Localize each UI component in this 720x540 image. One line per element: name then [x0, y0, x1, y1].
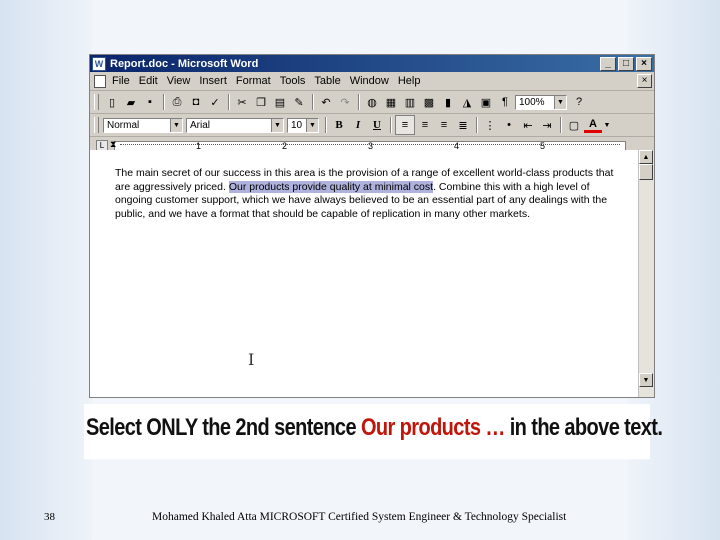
toolbar-separator	[560, 117, 562, 133]
print-preview-icon[interactable]: ◘	[187, 93, 205, 111]
redo-icon[interactable]: ↷	[336, 93, 354, 111]
font-value: Arial	[190, 119, 211, 131]
document-close-button[interactable]: ×	[637, 74, 652, 88]
instruction-text: Select ONLY the 2nd sentence	[86, 414, 361, 442]
toolbar-separator	[390, 117, 392, 133]
tables-borders-icon[interactable]: ▦	[382, 93, 400, 111]
increase-indent-icon[interactable]: ⇥	[538, 116, 556, 134]
menu-edit[interactable]: Edit	[139, 75, 158, 87]
font-select[interactable]: Arial ▼	[186, 117, 284, 133]
align-center-icon[interactable]: ≡	[416, 116, 434, 134]
document-page[interactable]: The main secret of our success in this a…	[90, 150, 639, 397]
toolbar-grip[interactable]	[94, 117, 99, 133]
justify-icon[interactable]: ≣	[454, 116, 472, 134]
toolbar-separator	[312, 94, 314, 110]
menu-format[interactable]: Format	[236, 75, 271, 87]
chevron-down-icon[interactable]: ▼	[554, 95, 566, 109]
align-right-icon[interactable]: ≡	[435, 116, 453, 134]
open-folder-icon[interactable]: ▰	[122, 93, 140, 111]
slide-background-left	[0, 0, 92, 540]
maximize-button[interactable]: □	[618, 56, 634, 71]
menu-view[interactable]: View	[167, 75, 191, 87]
close-button[interactable]: ×	[636, 56, 652, 71]
paste-icon[interactable]: ▤	[271, 93, 289, 111]
borders-icon[interactable]: ▢	[565, 116, 583, 134]
instruction-text-end: in the above text.	[504, 414, 663, 442]
chevron-down-icon[interactable]: ▼	[306, 118, 318, 132]
menu-bar: File Edit View Insert Format Tools Table…	[90, 72, 654, 91]
sentence-2-selected[interactable]: Our products provide quality at minimal …	[228, 180, 434, 193]
decrease-indent-icon[interactable]: ⇤	[519, 116, 537, 134]
text-cursor-icon: I	[248, 350, 255, 369]
menu-help[interactable]: Help	[398, 75, 421, 87]
scroll-thumb[interactable]	[639, 164, 653, 180]
title-bar[interactable]: W Report.doc - Microsoft Word _ □ ×	[90, 55, 654, 72]
save-icon[interactable]: ▪	[141, 93, 159, 111]
document-paragraph[interactable]: The main secret of our success in this a…	[115, 167, 625, 221]
document-icon[interactable]	[94, 74, 106, 88]
scroll-up-icon[interactable]: ▲	[639, 150, 653, 164]
menu-file[interactable]: File	[112, 75, 130, 87]
chevron-down-icon[interactable]: ▼	[271, 118, 283, 132]
spelling-icon[interactable]: ✓	[206, 93, 224, 111]
drawing-icon[interactable]: ◮	[458, 93, 476, 111]
toolbar-separator	[325, 117, 327, 133]
slide-footer: Mohamed Khaled Atta MICROSOFT Certified …	[152, 511, 567, 523]
standard-toolbar: ▯ ▰ ▪ ⎙ ◘ ✓ ✂ ❐ ▤ ✎ ↶ ↷ ◍ ▦ ▥ ▩ ▮ ◮ ▣ ¶ …	[90, 91, 654, 114]
bullets-icon[interactable]: •	[500, 116, 518, 134]
scroll-down-icon[interactable]: ▼	[639, 373, 653, 387]
document-map-icon[interactable]: ▣	[477, 93, 495, 111]
chevron-down-icon[interactable]: ▼	[603, 116, 611, 134]
cut-icon[interactable]: ✂	[233, 93, 251, 111]
indent-marker-icon[interactable]: ⧗	[110, 139, 116, 150]
print-icon[interactable]: ⎙	[168, 93, 186, 111]
show-hide-icon[interactable]: ¶	[496, 93, 514, 111]
word-app-icon[interactable]: W	[92, 56, 106, 71]
menu-table[interactable]: Table	[314, 75, 340, 87]
numbering-icon[interactable]: ⋮	[481, 116, 499, 134]
italic-button[interactable]: I	[349, 116, 367, 134]
toolbar-separator	[476, 117, 478, 133]
zoom-select[interactable]: 100% ▼	[515, 94, 567, 110]
formatting-toolbar: Normal ▼ Arial ▼ 10 ▼ B I U ≡ ≡ ≡ ≣ ⋮ • …	[90, 114, 654, 137]
align-left-icon[interactable]: ≡	[395, 115, 415, 135]
vertical-scrollbar[interactable]: ▲ ▼	[638, 150, 654, 397]
font-color-icon[interactable]: A	[584, 118, 602, 133]
insert-excel-icon[interactable]: ▩	[420, 93, 438, 111]
instruction-banner: Select ONLY the 2nd sentence Our product…	[84, 404, 663, 460]
style-select[interactable]: Normal ▼	[103, 117, 183, 133]
window-title: Report.doc - Microsoft Word	[110, 57, 259, 70]
hyperlink-icon[interactable]: ◍	[363, 93, 381, 111]
toolbar-grip[interactable]	[94, 94, 99, 110]
new-document-icon[interactable]: ▯	[103, 93, 121, 111]
minimize-button[interactable]: _	[600, 56, 616, 71]
chevron-down-icon[interactable]: ▼	[170, 118, 182, 132]
insert-table-icon[interactable]: ▥	[401, 93, 419, 111]
format-painter-icon[interactable]: ✎	[290, 93, 308, 111]
zoom-value: 100%	[519, 96, 545, 108]
underline-button[interactable]: U	[368, 116, 386, 134]
menu-insert[interactable]: Insert	[199, 75, 227, 87]
columns-icon[interactable]: ▮	[439, 93, 457, 111]
slide-page-number: 38	[44, 511, 55, 523]
menu-window[interactable]: Window	[350, 75, 389, 87]
toolbar-separator	[358, 94, 360, 110]
font-size-value: 10	[291, 119, 303, 131]
word-window: W Report.doc - Microsoft Word _ □ × File…	[89, 54, 655, 398]
menu-tools[interactable]: Tools	[280, 75, 306, 87]
help-icon[interactable]: ?	[570, 93, 588, 111]
font-size-select[interactable]: 10 ▼	[287, 117, 319, 133]
copy-icon[interactable]: ❐	[252, 93, 270, 111]
instruction-highlight: Our products …	[360, 414, 505, 442]
style-value: Normal	[107, 119, 140, 131]
toolbar-separator	[228, 94, 230, 110]
toolbar-separator	[163, 94, 165, 110]
undo-icon[interactable]: ↶	[317, 93, 335, 111]
bold-button[interactable]: B	[330, 116, 348, 134]
